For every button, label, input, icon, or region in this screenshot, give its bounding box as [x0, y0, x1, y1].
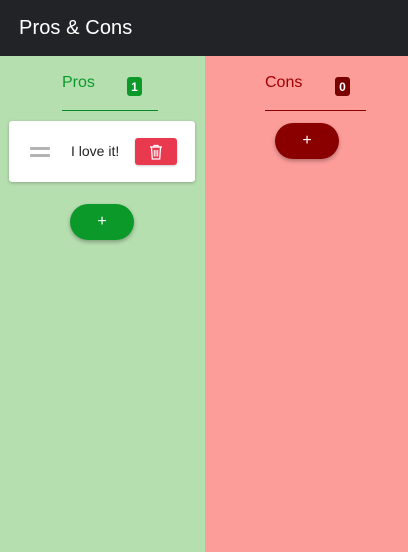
app-title: Pros & Cons: [19, 16, 133, 39]
pros-item-text: I love it!: [71, 143, 120, 159]
cons-title: Cons: [265, 74, 303, 91]
pros-list-item[interactable]: I love it!: [9, 121, 195, 182]
cons-count-badge: 0: [335, 77, 350, 96]
pros-count-badge: 1: [127, 77, 142, 96]
add-con-button[interactable]: +: [275, 123, 339, 159]
pros-header: Pros 1: [62, 56, 158, 111]
add-pro-button[interactable]: +: [70, 204, 134, 240]
trash-icon: [150, 144, 162, 160]
app-bar: Pros & Cons: [0, 0, 408, 56]
pros-column: Pros 1 I love it! +: [0, 56, 205, 552]
cons-header: Cons 0: [265, 56, 366, 111]
delete-item-button[interactable]: [135, 138, 177, 165]
cons-column: Cons 0 +: [205, 56, 408, 552]
drag-handle-icon[interactable]: [30, 147, 50, 157]
pros-title: Pros: [62, 74, 95, 91]
